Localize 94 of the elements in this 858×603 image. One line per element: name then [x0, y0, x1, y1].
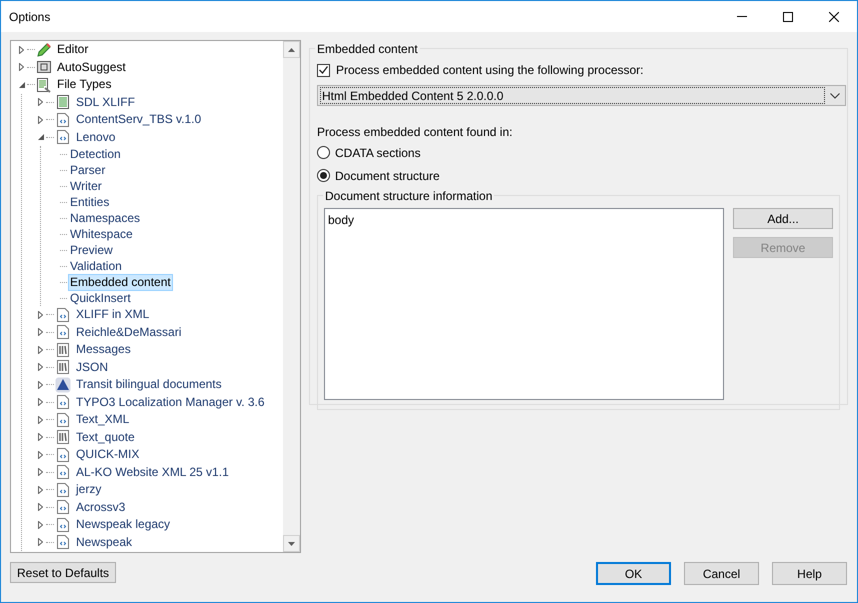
tree-item[interactable]: QUICK-MIX	[74, 446, 142, 464]
tree-item[interactable]: Reichle&DeMassari	[74, 324, 184, 341]
radio-label: Document structure	[335, 168, 440, 184]
code-file-icon	[55, 112, 71, 128]
code-file-icon	[55, 482, 71, 498]
tree-item[interactable]: jerzy	[74, 481, 104, 498]
expand-icon[interactable]	[38, 380, 43, 389]
expand-icon[interactable]	[19, 63, 24, 72]
tree-item[interactable]: Validation	[68, 258, 124, 274]
triangle-icon	[55, 376, 71, 393]
tree-item[interactable]: Text_quote	[74, 428, 137, 446]
tree-item[interactable]: TYPO3 Localization Manager v. 3.6	[74, 394, 267, 411]
section-label: Process embedded content found in:	[317, 124, 514, 141]
code-file-icon	[55, 412, 71, 428]
expand-icon[interactable]	[38, 520, 43, 529]
tree-item[interactable]: Editor	[55, 41, 90, 58]
expand-icon[interactable]	[38, 416, 43, 424]
expand-icon[interactable]	[38, 116, 43, 124]
collapse-icon[interactable]	[18, 82, 24, 88]
close-icon	[829, 12, 839, 22]
text-file-icon	[55, 359, 71, 376]
square-icon	[36, 59, 52, 76]
checkbox[interactable]	[317, 64, 330, 76]
collapse-icon[interactable]	[38, 134, 44, 140]
tree-item[interactable]: Text_XML	[74, 411, 132, 428]
expand-icon[interactable]	[38, 328, 43, 336]
tree-item[interactable]: Embedded content	[68, 274, 173, 290]
tree-item[interactable]: JSON	[74, 358, 110, 376]
tree-item[interactable]: Lenovo	[74, 128, 118, 146]
code-file-icon	[55, 306, 71, 323]
dropdown-value: Html Embedded Content 5 2.0.0.0	[320, 87, 825, 104]
tree-item[interactable]: Parser	[68, 162, 108, 178]
document-icon	[55, 94, 71, 110]
tree-item[interactable]: Transit bilingual documents	[74, 376, 224, 394]
checkbox-label: Process embedded content using the following processor:	[336, 62, 644, 79]
expand-icon[interactable]	[38, 433, 43, 442]
dialog-button[interactable]: Help	[772, 562, 847, 585]
document-icon	[36, 76, 52, 93]
scroll-up-icon[interactable]	[288, 48, 295, 52]
tree-item[interactable]: Detection	[68, 146, 123, 162]
tree-item[interactable]: Messages	[74, 341, 133, 358]
tree-item[interactable]: Writer	[68, 178, 104, 194]
maximize-icon	[783, 12, 793, 22]
tree-item[interactable]: Namespaces	[68, 210, 142, 226]
tree-item[interactable]: Newspeak	[74, 534, 134, 551]
reset-button[interactable]: Reset to Defaults	[10, 562, 116, 583]
scroll-down-icon[interactable]	[288, 542, 295, 546]
code-file-icon	[55, 324, 71, 340]
expand-icon[interactable]	[38, 310, 43, 319]
list-item[interactable]: body	[328, 211, 720, 229]
code-file-icon	[55, 464, 71, 480]
code-file-icon	[55, 394, 71, 410]
pencil-icon	[36, 42, 52, 58]
radio-label: CDATA sections	[335, 144, 421, 162]
radio-button[interactable]	[317, 169, 330, 182]
code-file-icon	[55, 129, 71, 146]
caret-icon	[830, 92, 840, 98]
tree-item[interactable]: Acrossv3	[74, 498, 128, 516]
window-title: Options	[9, 8, 50, 26]
list-action-button[interactable]: Add...	[733, 208, 833, 229]
dialog-button[interactable]: Cancel	[684, 562, 759, 585]
expand-icon[interactable]	[19, 46, 24, 54]
processor-dropdown[interactable]: Html Embedded Content 5 2.0.0.0	[317, 85, 846, 106]
tree-item[interactable]: Preview	[68, 242, 115, 258]
tree-item[interactable]: Whitespace	[68, 226, 135, 242]
dialog-button[interactable]: OK	[596, 562, 671, 585]
tree-item[interactable]: QuickInsert	[68, 290, 133, 306]
structure-list[interactable]: body	[324, 208, 724, 400]
code-file-icon	[55, 516, 71, 533]
text-file-icon	[55, 342, 71, 358]
tree-item[interactable]: File Types	[55, 76, 114, 94]
expand-icon[interactable]	[38, 468, 43, 476]
tree-item[interactable]: AL-KO Website XML 25 v1.1	[74, 464, 231, 481]
expand-icon[interactable]	[38, 98, 43, 106]
code-file-icon	[55, 446, 71, 463]
text-file-icon	[55, 429, 71, 446]
expand-icon[interactable]	[38, 346, 43, 354]
tree-item[interactable]: Entities	[68, 194, 112, 210]
minimize-icon	[737, 16, 747, 17]
scrollbar[interactable]	[283, 41, 300, 552]
expand-icon[interactable]	[38, 363, 43, 372]
expand-icon[interactable]	[38, 486, 43, 494]
code-file-icon	[55, 534, 71, 550]
tree-item[interactable]: AutoSuggest	[55, 58, 128, 76]
expand-icon[interactable]	[38, 503, 43, 512]
expand-icon[interactable]	[38, 398, 43, 406]
expand-icon[interactable]	[38, 450, 43, 459]
tree-item[interactable]: Newspeak legacy	[74, 516, 172, 534]
expand-icon[interactable]	[38, 538, 43, 546]
tree-item[interactable]: SDL XLIFF	[74, 94, 137, 111]
tree-item[interactable]: XLIFF in XML	[74, 306, 152, 324]
code-file-icon	[55, 499, 71, 516]
tree-item[interactable]: ContentServ_TBS v.1.0	[74, 111, 204, 128]
radio-button[interactable]	[317, 146, 330, 159]
